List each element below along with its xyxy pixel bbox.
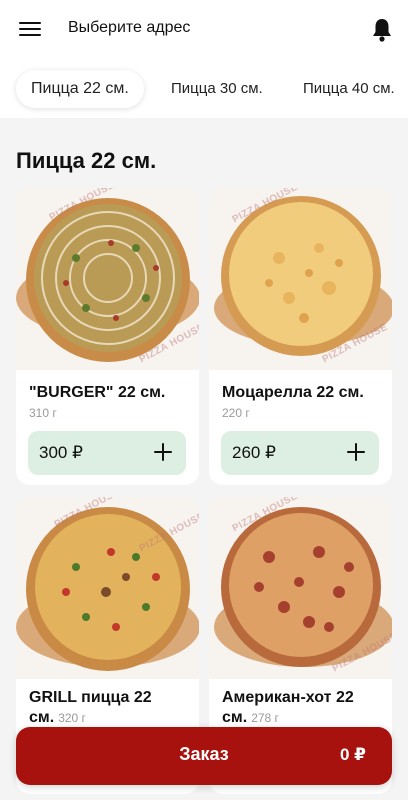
- product-image[interactable]: PIZZA HOUSE PIZZA HOUSE: [16, 497, 199, 679]
- product-name: "BURGER" 22 см.: [29, 384, 166, 401]
- product-weight: 220 г: [222, 406, 250, 420]
- product-name-line: см.: [29, 709, 55, 726]
- product-name: GRILL пицца 22 см. 320 г: [29, 688, 194, 728]
- order-button-label: Заказ: [179, 744, 229, 764]
- product-image[interactable]: PIZZA HOUSE PIZZA HOUSE: [209, 497, 392, 679]
- product-price: 300 ₽: [39, 443, 83, 462]
- category-tabs: Пицца 22 см. Пицца 30 см. Пицца 40 см.: [0, 62, 408, 118]
- tab-pizza-22[interactable]: Пицца 22 см.: [16, 70, 144, 108]
- bell-icon[interactable]: [370, 17, 394, 43]
- product-image[interactable]: PIZZA HOUSE PIZZA HOUSE: [209, 188, 392, 370]
- product-image[interactable]: PIZZA HOUSE PIZZA HOUSE: [16, 188, 199, 370]
- address-selector[interactable]: Выберите адрес: [68, 19, 190, 37]
- product-price: 260 ₽: [232, 443, 276, 462]
- product-name-line: см.: [222, 709, 248, 726]
- plus-icon: [154, 443, 172, 461]
- order-total: 0 ₽: [339, 745, 366, 764]
- order-button[interactable]: Заказ 0 ₽: [16, 727, 392, 785]
- product-card[interactable]: PIZZA HOUSE PIZZA HOUSE "BURGER" 22 см. …: [16, 188, 199, 485]
- product-name: Американ-хот 22 см. 278 г: [222, 688, 387, 728]
- product-name-line: GRILL пицца 22: [29, 689, 152, 706]
- app-header: Выберите адрес: [0, 0, 408, 62]
- add-to-cart-button[interactable]: 300 ₽: [28, 431, 186, 475]
- product-weight: 310 г: [29, 406, 57, 420]
- product-card[interactable]: PIZZA HOUSE PIZZA HOUSE Моцарелла 22 см.…: [209, 188, 392, 485]
- add-to-cart-button[interactable]: 260 ₽: [221, 431, 379, 475]
- product-weight: 320 г: [58, 711, 86, 725]
- product-name-line: Американ-хот 22: [222, 689, 354, 706]
- product-name: Моцарелла 22 см.: [222, 384, 364, 401]
- hamburger-menu-icon[interactable]: [19, 20, 41, 38]
- tab-pizza-40[interactable]: Пицца 40 см.: [303, 70, 395, 108]
- pizza-grill-image: [16, 507, 199, 671]
- tab-pizza-30[interactable]: Пицца 30 см.: [171, 70, 263, 108]
- section-title: Пицца 22 см.: [16, 148, 157, 173]
- product-weight: 278 г: [251, 711, 279, 725]
- plus-icon: [347, 443, 365, 461]
